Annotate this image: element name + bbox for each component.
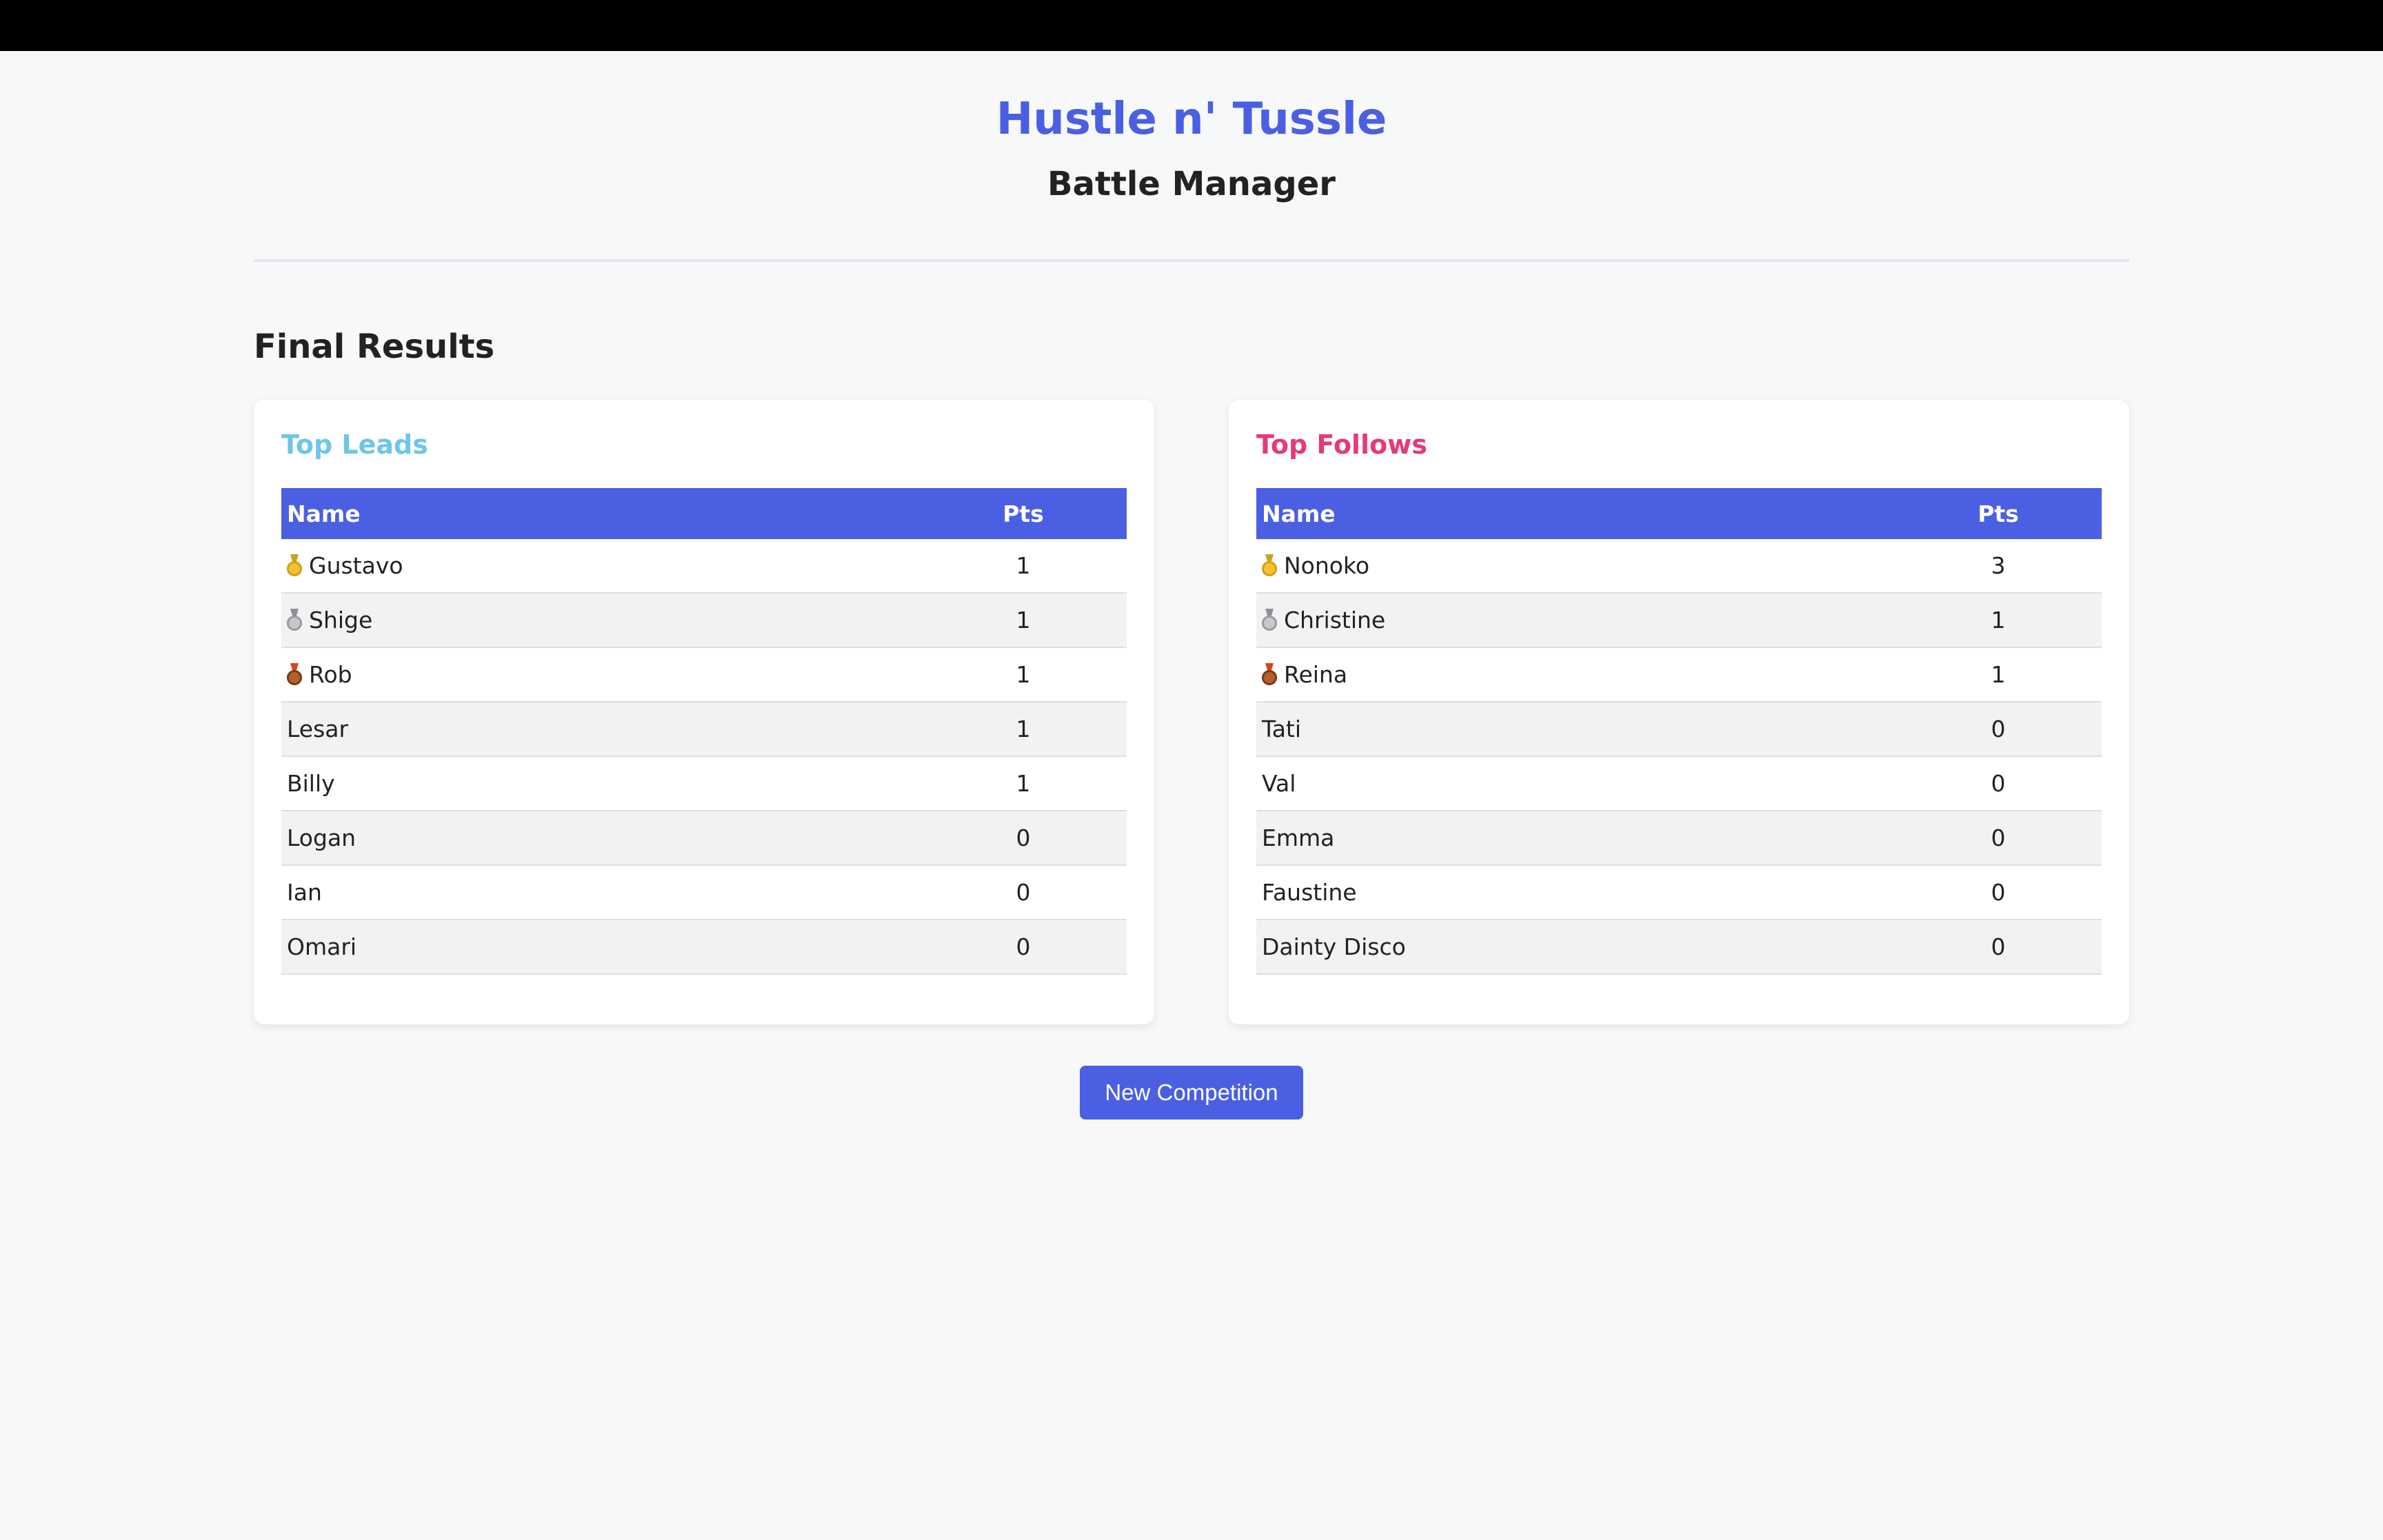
participant-name: Rob — [309, 661, 352, 688]
participant-name: Billy — [287, 770, 335, 797]
column-header-pts: Pts — [1978, 500, 2019, 527]
column-header-pts: Pts — [1003, 500, 1044, 527]
gold-medal-icon — [1262, 554, 1277, 576]
table-row: Gustavo 1 — [281, 539, 1127, 594]
participant-points: 3 — [1895, 539, 2102, 594]
actions-row: New Competition — [254, 1066, 2129, 1119]
table-row: Faustine 0 — [1256, 865, 2102, 920]
participant-name-cell: Shige — [281, 593, 920, 648]
top-follows-title: Top Follows — [1256, 429, 1427, 460]
participant-name: Ian — [287, 879, 322, 906]
bronze-medal-icon — [287, 663, 302, 685]
participant-name: Emma — [1262, 824, 1335, 851]
table-row: Logan 0 — [281, 811, 1127, 866]
app-title: Hustle n' Tussle — [996, 94, 1387, 145]
table-row: Reina 1 — [1256, 647, 2102, 702]
participant-points: 0 — [1895, 811, 2102, 866]
column-header-name: Name — [287, 500, 361, 527]
page-container: Hustle n' Tussle Battle Manager Final Re… — [254, 51, 2129, 1119]
app-subtitle: Battle Manager — [1047, 165, 1336, 203]
table-row: Val 0 — [1256, 756, 2102, 811]
header-divider — [254, 259, 2129, 262]
top-leads-card: Top Leads Name Pts Gustavo 1 Shige 1 Rob 1 Les… — [254, 400, 1154, 1024]
participant-points: 1 — [920, 702, 1127, 757]
participant-points: 1 — [920, 647, 1127, 702]
table-row: Rob 1 — [281, 647, 1127, 702]
participant-points: 0 — [1895, 756, 2102, 811]
table-row: Christine 1 — [1256, 593, 2102, 648]
table-row: Omari 0 — [281, 920, 1127, 975]
participant-name-cell: Logan — [281, 811, 920, 866]
participant-name-cell: Christine — [1256, 593, 1895, 648]
participant-points: 1 — [920, 593, 1127, 648]
table-row: Lesar 1 — [281, 702, 1127, 757]
table-row: Shige 1 — [281, 593, 1127, 648]
participant-name-cell: Dainty Disco — [1256, 920, 1895, 975]
table-row: Ian 0 — [281, 865, 1127, 920]
table-row: Nonoko 3 — [1256, 539, 2102, 594]
participant-name: Dainty Disco — [1262, 933, 1406, 960]
participant-name: Tati — [1262, 716, 1302, 742]
top-leads-body: Gustavo 1 Shige 1 Rob 1 Lesar 1 Billy 1 Logan 0 Ian 0… — [281, 539, 1127, 975]
participant-name-cell: Emma — [1256, 811, 1895, 866]
table-header-row: Name Pts — [1256, 488, 2102, 539]
participant-name-cell: Val — [1256, 756, 1895, 811]
participant-points: 1 — [1895, 647, 2102, 702]
participant-name: Gustavo — [309, 552, 403, 579]
silver-medal-icon — [287, 609, 302, 631]
top-follows-table: Name Pts Nonoko 3 Christine 1 Reina 1 Tati 0 Val… — [1256, 488, 2102, 975]
participant-points: 0 — [920, 865, 1127, 920]
participant-points: 0 — [1895, 920, 2102, 975]
participant-name-cell: Omari — [281, 920, 920, 975]
participant-name: Nonoko — [1284, 552, 1370, 579]
participant-name-cell: Billy — [281, 756, 920, 811]
new-competition-button[interactable]: New Competition — [1080, 1066, 1303, 1119]
column-header-name: Name — [1262, 500, 1336, 527]
participant-name: Faustine — [1262, 879, 1357, 906]
participant-name-cell: Lesar — [281, 702, 920, 757]
top-leads-table: Name Pts Gustavo 1 Shige 1 Rob 1 Lesar 1 Billy 1 L… — [281, 488, 1127, 975]
participant-name-cell: Reina — [1256, 647, 1895, 702]
participant-points: 0 — [920, 811, 1127, 866]
table-row: Emma 0 — [1256, 811, 2102, 866]
bronze-medal-icon — [1262, 663, 1277, 685]
participant-name-cell: Ian — [281, 865, 920, 920]
participant-points: 0 — [920, 920, 1127, 975]
participant-name: Shige — [309, 607, 373, 634]
participant-name-cell: Tati — [1256, 702, 1895, 757]
participant-name: Lesar — [287, 716, 349, 742]
participant-name: Val — [1262, 770, 1296, 797]
silver-medal-icon — [1262, 609, 1277, 631]
table-row: Dainty Disco 0 — [1256, 920, 2102, 975]
participant-name-cell: Rob — [281, 647, 920, 702]
table-header-row: Name Pts — [281, 488, 1127, 539]
participant-name-cell: Gustavo — [281, 539, 920, 594]
participant-points: 0 — [1895, 702, 2102, 757]
participant-points: 0 — [1895, 865, 2102, 920]
participant-points: 1 — [1895, 593, 2102, 648]
participant-points: 1 — [920, 539, 1127, 594]
final-results-heading: Final Results — [254, 327, 495, 366]
participant-points: 1 — [920, 756, 1127, 811]
results-cards: Top Leads Name Pts Gustavo 1 Shige 1 Rob 1 Les… — [254, 400, 2129, 1024]
browser-top-bar — [0, 0, 2383, 51]
top-follows-card: Top Follows Name Pts Nonoko 3 Christine 1 Re… — [1229, 400, 2129, 1024]
participant-name: Logan — [287, 824, 356, 851]
participant-name-cell: Nonoko — [1256, 539, 1895, 594]
participant-name: Reina — [1284, 661, 1348, 688]
participant-name: Christine — [1284, 607, 1386, 634]
participant-name-cell: Faustine — [1256, 865, 1895, 920]
top-leads-title: Top Leads — [281, 429, 428, 460]
participant-name: Omari — [287, 933, 357, 960]
table-row: Tati 0 — [1256, 702, 2102, 757]
table-row: Billy 1 — [281, 756, 1127, 811]
top-follows-body: Nonoko 3 Christine 1 Reina 1 Tati 0 Val 0 Emma 0 Fau… — [1256, 539, 2102, 975]
gold-medal-icon — [287, 554, 302, 576]
